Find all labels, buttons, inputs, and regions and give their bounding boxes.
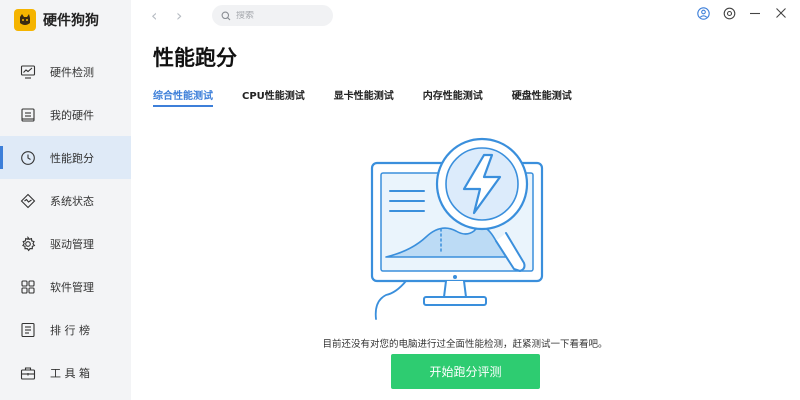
sidebar: 硬件狗狗 硬件检测 我的硬件 性能跑分 系统状态 驱动管理 软件管理 排 行 榜… [0, 0, 131, 400]
sidebar-item-software-manager[interactable]: 软件管理 [0, 265, 131, 308]
empty-state-message: 目前还没有对您的电脑进行过全面性能检测，赶紧测试一下看看吧。 [322, 339, 608, 350]
sidebar-item-label: 性能跑分 [50, 151, 94, 165]
sidebar-item-driver-manager[interactable]: 驱动管理 [0, 222, 131, 265]
dog-logo-icon [14, 9, 36, 31]
sidebar-item-label: 排 行 榜 [50, 323, 90, 337]
hardware-box-icon [20, 107, 36, 123]
diamond-wave-icon [20, 193, 36, 209]
page-title: 性能跑分 [153, 46, 237, 70]
sidebar-item-label: 硬件检测 [50, 65, 94, 79]
tab-memory[interactable]: 内存性能测试 [423, 87, 483, 107]
sidebar-item-benchmark[interactable]: 性能跑分 [0, 136, 131, 179]
sidebar-nav: 硬件检测 我的硬件 性能跑分 系统状态 驱动管理 软件管理 排 行 榜 工 具 … [0, 50, 131, 394]
sidebar-item-my-hardware[interactable]: 我的硬件 [0, 93, 131, 136]
search-icon [221, 6, 231, 25]
minimize-icon[interactable] [748, 6, 762, 20]
start-benchmark-button[interactable]: 开始跑分评测 [391, 354, 540, 389]
window-controls [696, 6, 788, 20]
back-arrow-icon[interactable]: ‹ [151, 7, 157, 25]
benchmark-tabs: 综合性能测试 CPU性能测试 显卡性能测试 内存性能测试 硬盘性能测试 [153, 87, 601, 107]
user-icon[interactable] [696, 6, 710, 20]
sidebar-item-label: 驱动管理 [50, 237, 94, 251]
tab-gpu[interactable]: 显卡性能测试 [334, 87, 394, 107]
sidebar-item-label: 工 具 箱 [50, 366, 90, 380]
settings-icon[interactable] [722, 6, 736, 20]
tab-disk[interactable]: 硬盘性能测试 [512, 87, 572, 107]
sidebar-item-label: 系统状态 [50, 194, 94, 208]
tab-cpu[interactable]: CPU性能测试 [242, 87, 305, 107]
search-box [212, 5, 333, 26]
gear-icon [20, 235, 36, 252]
sidebar-item-label: 我的硬件 [50, 108, 94, 122]
sidebar-item-label: 软件管理 [50, 280, 94, 294]
sidebar-item-system-status[interactable]: 系统状态 [0, 179, 131, 222]
sidebar-item-toolbox[interactable]: 工 具 箱 [0, 351, 131, 394]
apps-grid-icon [20, 279, 36, 295]
toolbox-icon [20, 365, 36, 381]
speed-gauge-icon [20, 150, 36, 166]
monitor-chart-icon [20, 64, 36, 80]
sidebar-item-hardware-check[interactable]: 硬件检测 [0, 50, 131, 93]
ranking-icon [20, 322, 36, 338]
tab-overall[interactable]: 综合性能测试 [153, 87, 213, 107]
benchmark-illustration [366, 133, 546, 323]
search-input[interactable] [236, 10, 331, 21]
sidebar-item-ranking[interactable]: 排 行 榜 [0, 308, 131, 351]
app-brand: 硬件狗狗 [14, 8, 99, 32]
forward-arrow-icon[interactable]: › [176, 7, 182, 25]
app-name: 硬件狗狗 [43, 13, 99, 29]
close-icon[interactable] [774, 6, 788, 20]
